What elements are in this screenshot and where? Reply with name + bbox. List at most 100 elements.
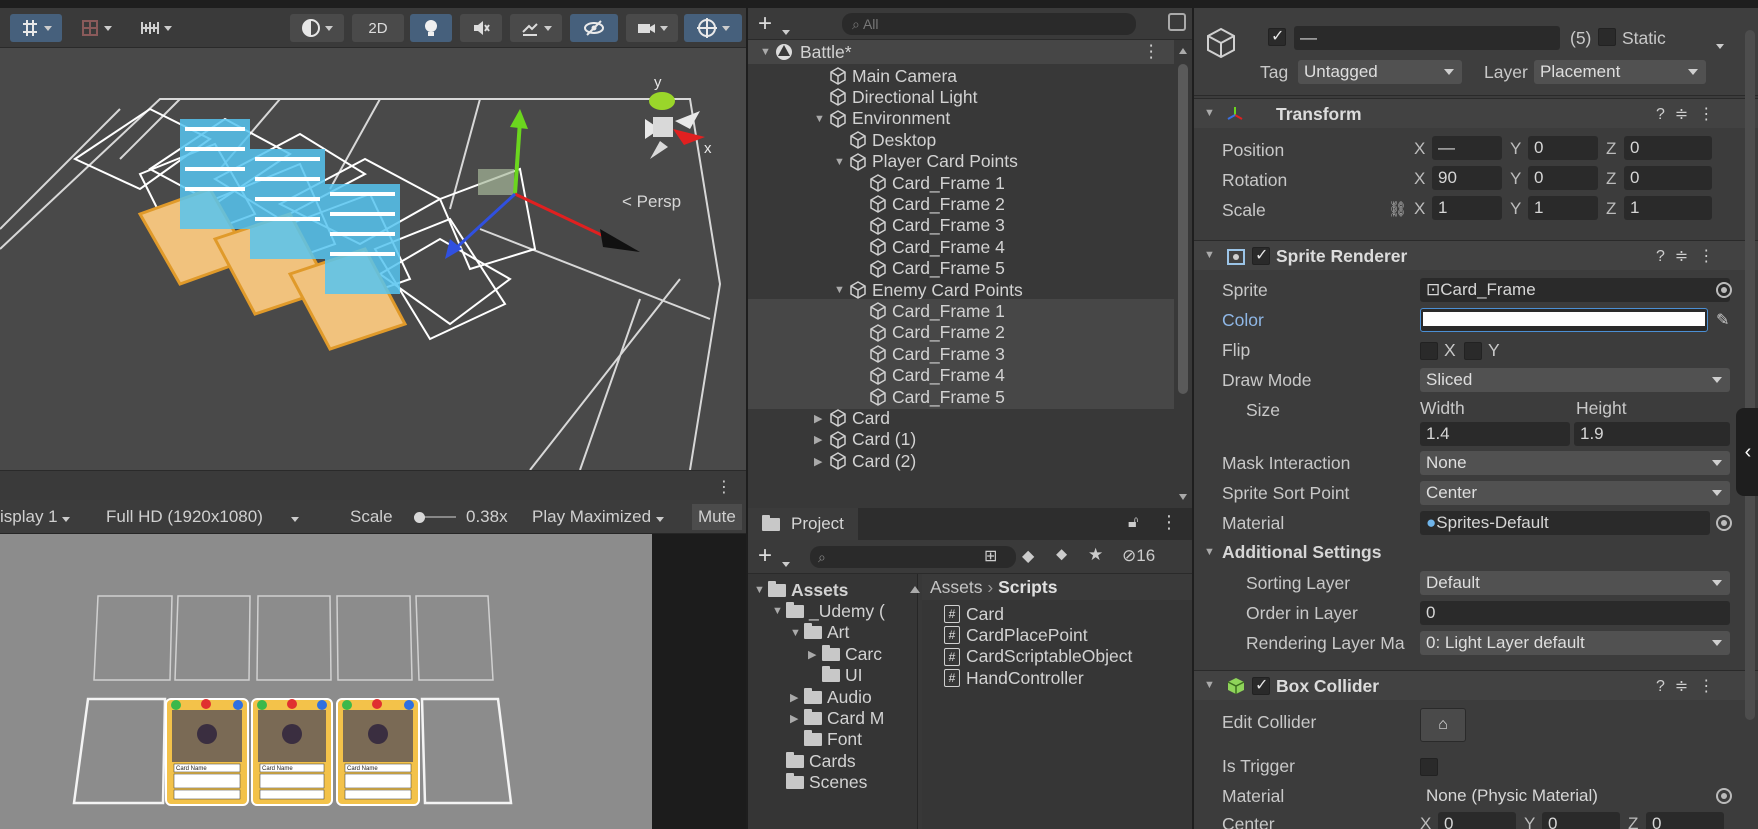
box-collider-enabled-checkbox[interactable] bbox=[1252, 675, 1270, 695]
display-dropdown[interactable]: isplay 1 bbox=[0, 507, 71, 527]
project-tree-item[interactable]: Scenes bbox=[772, 771, 867, 795]
create-dropdown-caret[interactable] bbox=[782, 22, 790, 40]
order-in-layer-field[interactable]: 0 bbox=[1420, 601, 1730, 625]
collider-material-picker-icon[interactable] bbox=[1716, 788, 1732, 804]
project-tree-item[interactable]: ▶ Carc bbox=[808, 642, 882, 666]
project-tree-item[interactable]: ▼ Art bbox=[790, 621, 849, 645]
hierarchy-row[interactable]: Card_Frame 3 bbox=[748, 214, 1174, 238]
position-x-field[interactable]: — bbox=[1432, 136, 1502, 160]
script-file-item[interactable]: # HandController bbox=[944, 666, 1084, 690]
scene-row-battle[interactable]: ▼ Battle* ⋮ bbox=[748, 40, 1174, 64]
constrain-proportions-link-icon[interactable]: ⛓ bbox=[1388, 200, 1407, 218]
mute-button[interactable]: Mute bbox=[692, 504, 742, 530]
fold-arrow-icon[interactable]: ▼ bbox=[834, 156, 848, 168]
script-file-item[interactable]: # CardPlacePoint bbox=[944, 623, 1088, 647]
project-tree-item[interactable]: ▼ _Udemy ( bbox=[772, 599, 885, 623]
sprite-object-field[interactable]: ⊡Card_Frame bbox=[1420, 278, 1730, 302]
lighting-toggle-button[interactable] bbox=[410, 14, 452, 42]
sprite-renderer-header-icons[interactable]: ?≑⋮ bbox=[1656, 246, 1724, 266]
resolution-dropdown[interactable]: Full HD (1920x1080) bbox=[106, 507, 300, 527]
project-tree-item[interactable]: ▶ Audio bbox=[790, 685, 872, 709]
collider-material-field[interactable]: None (Physic Material) bbox=[1420, 784, 1710, 808]
project-tree-item[interactable]: ▼ Assets bbox=[754, 578, 848, 602]
rotation-z-field[interactable]: 0 bbox=[1624, 166, 1712, 190]
material-picker-icon[interactable] bbox=[1716, 515, 1732, 531]
breadcrumb-assets[interactable]: Assets bbox=[930, 577, 983, 597]
toggle-2d-button[interactable]: 2D bbox=[352, 14, 404, 42]
gizmos-button[interactable] bbox=[684, 14, 742, 42]
inspector-scrollbar[interactable] bbox=[1744, 30, 1756, 720]
edit-collider-button[interactable]: ⌂ bbox=[1420, 708, 1466, 742]
audio-toggle-button[interactable] bbox=[460, 14, 502, 42]
hierarchy-scrollbar[interactable] bbox=[1176, 44, 1190, 506]
hierarchy-row[interactable]: Directional Light bbox=[748, 85, 1174, 109]
height-field[interactable]: 1.9 bbox=[1574, 422, 1730, 446]
transform-header[interactable]: ▼ Transform ?≑⋮ bbox=[1194, 98, 1758, 128]
hierarchy-scroll-thumb[interactable] bbox=[1178, 64, 1188, 394]
scale-slider-thumb[interactable] bbox=[414, 512, 425, 523]
fold-arrow-icon[interactable]: ▶ bbox=[814, 412, 828, 425]
project-tree-item[interactable]: ▶ Card M bbox=[790, 706, 884, 730]
project-tree-item[interactable]: Font bbox=[790, 728, 862, 752]
play-mode-dropdown[interactable]: Play Maximized bbox=[532, 507, 664, 527]
position-y-field[interactable]: 0 bbox=[1528, 136, 1598, 160]
sorting-layer-dropdown[interactable]: Default bbox=[1420, 571, 1730, 595]
material-object-field[interactable]: ●Sprites-Default bbox=[1420, 511, 1710, 535]
search-filter-icon[interactable]: ⊞ bbox=[984, 546, 997, 566]
hierarchy-row[interactable]: Main Camera bbox=[748, 64, 1174, 88]
project-tree-item[interactable]: Cards bbox=[772, 749, 856, 773]
hierarchy-row[interactable]: ▼ Enemy Card Points bbox=[748, 278, 1174, 302]
create-plus-icon[interactable]: + bbox=[758, 10, 772, 38]
transform-header-icons[interactable]: ?≑⋮ bbox=[1656, 104, 1724, 124]
scene-menu-icon[interactable]: ⋮ bbox=[1143, 41, 1161, 62]
additional-settings-label[interactable]: Additional Settings bbox=[1222, 542, 1381, 563]
fold-arrow-icon[interactable]: ▼ bbox=[834, 284, 848, 296]
project-create-plus-icon[interactable]: + bbox=[758, 542, 772, 570]
fold-arrow-icon[interactable]: ▶ bbox=[814, 433, 828, 446]
sprite-renderer-header[interactable]: ▼ Sprite Renderer ?≑⋮ bbox=[1194, 240, 1758, 270]
scale-z-field[interactable]: 1 bbox=[1624, 196, 1712, 220]
rotation-x-field[interactable]: 90 bbox=[1432, 166, 1502, 190]
scene-fold-arrow-icon[interactable]: ▼ bbox=[760, 46, 774, 58]
hierarchy-row[interactable]: ▶ Card bbox=[748, 406, 1174, 430]
filter-by-label-icon[interactable]: ⬥ bbox=[1056, 546, 1067, 564]
persp-label[interactable]: < Persp bbox=[622, 192, 681, 212]
script-file-item[interactable]: # CardScriptableObject bbox=[944, 645, 1132, 669]
hierarchy-row[interactable]: Card_Frame 1 bbox=[748, 171, 1174, 195]
sprite-sort-point-dropdown[interactable]: Center bbox=[1420, 481, 1730, 505]
collapse-side-tab[interactable]: ‹ bbox=[1736, 408, 1758, 496]
breadcrumb-scroll-up-icon[interactable] bbox=[910, 580, 920, 598]
scale-x-field[interactable]: 1 bbox=[1432, 196, 1502, 220]
width-field[interactable]: 1.4 bbox=[1420, 422, 1570, 446]
project-create-caret[interactable] bbox=[782, 554, 790, 572]
hierarchy-row[interactable]: Card_Frame 2 bbox=[748, 192, 1174, 216]
favorite-star-icon[interactable]: ★ bbox=[1088, 545, 1103, 565]
scene-visibility-button[interactable] bbox=[570, 14, 618, 42]
box-collider-header-icons[interactable]: ?≑⋮ bbox=[1656, 676, 1724, 696]
hidden-packages-toggle[interactable]: ⊘16 bbox=[1122, 546, 1155, 566]
color-field[interactable] bbox=[1420, 308, 1708, 332]
transform-fold-icon[interactable]: ▼ bbox=[1204, 107, 1215, 119]
tree-fold-arrow-icon[interactable]: ▼ bbox=[790, 627, 804, 639]
rendering-layer-mask-dropdown[interactable]: 0: Light Layer default bbox=[1420, 631, 1730, 655]
hierarchy-row[interactable]: ▶ Card (1) bbox=[748, 428, 1174, 452]
snap-button[interactable] bbox=[70, 14, 122, 42]
search-by-type-icon[interactable] bbox=[1168, 13, 1186, 31]
rotation-y-field[interactable]: 0 bbox=[1528, 166, 1598, 190]
script-file-item[interactable]: # Card bbox=[944, 602, 1004, 626]
eyedropper-icon[interactable]: ✎ bbox=[1716, 310, 1729, 330]
hierarchy-row[interactable]: ▶ Card (2) bbox=[748, 449, 1174, 473]
hierarchy-row[interactable]: ▼ Player Card Points bbox=[748, 150, 1174, 174]
box-collider-fold-icon[interactable]: ▼ bbox=[1204, 679, 1215, 691]
scene-view[interactable]: 2D y x < Persp bbox=[0, 0, 746, 470]
draw-mode-dropdown[interactable]: Sliced bbox=[1420, 368, 1730, 392]
flip-y-checkbox[interactable] bbox=[1464, 342, 1482, 360]
sprite-picker-icon[interactable] bbox=[1716, 282, 1732, 298]
tool-handle-button[interactable] bbox=[10, 14, 62, 42]
game-more-menu-icon[interactable]: ⋮ bbox=[716, 477, 732, 497]
effects-button[interactable] bbox=[510, 14, 562, 42]
orientation-gizmo[interactable]: y x bbox=[645, 74, 712, 159]
breadcrumb-scripts[interactable]: Scripts bbox=[998, 577, 1057, 597]
tag-dropdown[interactable]: Untagged bbox=[1298, 60, 1462, 84]
center-x-field[interactable]: 0 bbox=[1438, 812, 1516, 829]
